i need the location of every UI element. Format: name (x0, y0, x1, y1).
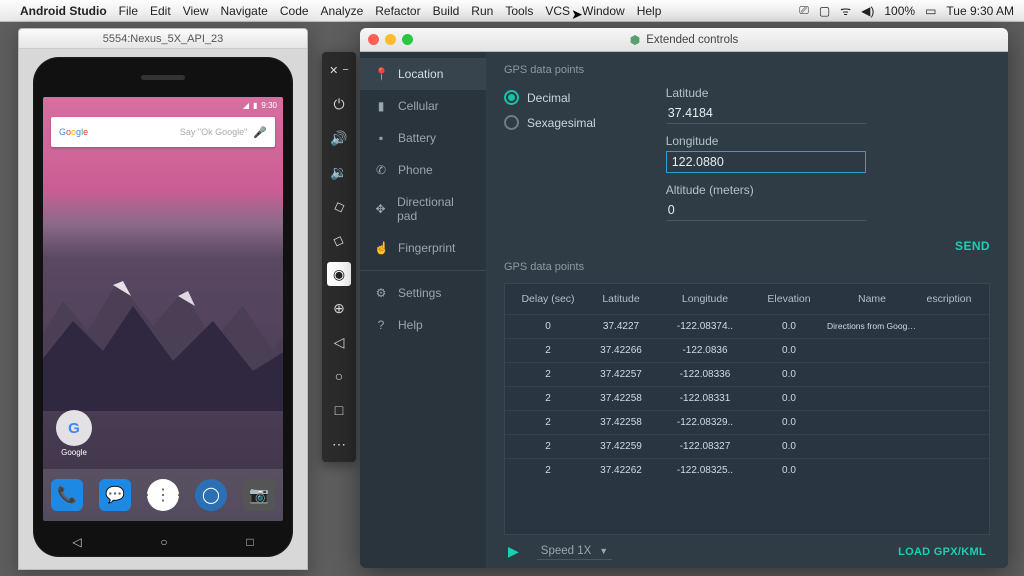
menu-tools[interactable]: Tools (505, 4, 533, 18)
menu-edit[interactable]: Edit (150, 4, 171, 18)
emulator-title: 5554:Nexus_5X_API_23 (19, 29, 307, 49)
menu-run[interactable]: Run (471, 4, 493, 18)
more-icon[interactable]: ⋯ (327, 432, 351, 456)
extended-controls-window: ⬢ Extended controls 📍Location▮Cellular▪Ba… (360, 28, 1008, 568)
extended-controls-nav: 📍Location▮Cellular▪Battery✆Phone✥Directi… (360, 52, 486, 568)
signal-icon: ◢ (243, 101, 249, 110)
latitude-field[interactable]: Latitude 37.4184 (666, 86, 866, 124)
menu-navigate[interactable]: Navigate (220, 4, 267, 18)
menu-analyze[interactable]: Analyze (321, 4, 364, 18)
close-minimize[interactable]: ✕− (327, 58, 351, 82)
table-row[interactable]: 237.42258-122.083310.0 (505, 386, 989, 410)
rotate-right-icon[interactable]: ◇ (324, 225, 355, 256)
phone-frame: ◢ ▮ 9:30 Google Say "Ok Google" 🎤 (33, 57, 293, 557)
play-button[interactable]: ▶ (508, 543, 519, 560)
overview-key[interactable]: □ (246, 535, 253, 549)
messages-app-icon[interactable]: 💬 (99, 479, 131, 511)
desktop: 5554:Nexus_5X_API_23 ◢ ▮ 9:30 Google Say… (0, 22, 1024, 576)
overview-icon[interactable]: □ (327, 398, 351, 422)
section-title-2: GPS data points (504, 261, 990, 273)
menu-code[interactable]: Code (280, 4, 309, 18)
wifi-icon[interactable]: ᯤ (840, 2, 851, 19)
search-placeholder: Say "Ok Google" (88, 127, 247, 137)
camera-app-icon[interactable]: 📷 (243, 479, 275, 511)
gps-table: Delay (sec)LatitudeLongitudeElevationNam… (504, 283, 990, 535)
clock[interactable]: Tue 9:30 AM (946, 4, 1014, 18)
table-body[interactable]: 037.4227-122.08374..0.0Directions from G… (505, 314, 989, 534)
nav-settings[interactable]: ⚙Settings (360, 277, 486, 309)
home-key[interactable]: ○ (160, 535, 167, 549)
table-row[interactable]: 237.42266-122.08360.0 (505, 338, 989, 362)
volume-down-icon[interactable]: 🔉 (327, 160, 351, 184)
window-title: Extended controls (646, 34, 738, 46)
extended-controls-titlebar[interactable]: ⬢ Extended controls (360, 28, 1008, 52)
nav-cellular[interactable]: ▮Cellular (360, 90, 486, 122)
nav-directional-pad[interactable]: ✥Directional pad (360, 186, 486, 232)
phone-app-icon[interactable]: 📞 (51, 479, 83, 511)
app-name[interactable]: Android Studio (20, 4, 107, 18)
menu-refactor[interactable]: Refactor (375, 4, 420, 18)
menu-window[interactable]: Window (582, 4, 625, 18)
wallpaper-mountains (43, 251, 283, 411)
nav-location[interactable]: 📍Location (360, 58, 486, 90)
screen-share-icon[interactable]: ⎚ (799, 3, 809, 18)
longitude-field[interactable]: Longitude 122.0880 (666, 134, 866, 173)
android-nav-keys: ◁ ○ □ (33, 535, 293, 549)
volume-up-icon[interactable]: 🔊 (327, 126, 351, 150)
nav-fingerprint[interactable]: ☝Fingerprint (360, 232, 486, 264)
nav-battery[interactable]: ▪Battery (360, 122, 486, 154)
menu-vcs[interactable]: VCS (545, 4, 570, 18)
power-icon[interactable]: ⏻ (327, 92, 351, 116)
battery-icon[interactable]: ▭ (925, 4, 936, 18)
send-button[interactable]: SEND (955, 239, 990, 253)
altitude-field[interactable]: Altitude (meters) 0 (666, 183, 866, 221)
traffic-lights[interactable] (368, 34, 413, 45)
chrome-app-icon[interactable]: ◯ (195, 479, 227, 511)
table-header: Delay (sec)LatitudeLongitudeElevationNam… (505, 284, 989, 314)
menu-help[interactable]: Help (637, 4, 662, 18)
menu-file[interactable]: File (119, 4, 138, 18)
emulator-toolbar: ✕− ⏻ 🔊 🔉 ◇ ◇ ◉ ⊕ ◁ ○ □ ⋯ (322, 52, 356, 462)
radio-decimal[interactable]: Decimal (504, 90, 596, 105)
menu-view[interactable]: View (183, 4, 209, 18)
volume-icon[interactable]: ◀) (861, 4, 874, 18)
android-icon: ⬢ (630, 33, 640, 47)
home-icon[interactable]: ○ (327, 364, 351, 388)
section-title-1: GPS data points (504, 64, 990, 76)
load-gpx-button[interactable]: LOAD GPX/KML (898, 546, 986, 558)
mic-icon[interactable]: 🎤 (253, 126, 267, 139)
speed-select[interactable]: Speed 1X▼ (537, 543, 612, 560)
app-drawer-icon[interactable]: ⋮⋮⋮ (147, 479, 179, 511)
back-key[interactable]: ◁ (72, 535, 81, 549)
emulator-window: 5554:Nexus_5X_API_23 ◢ ▮ 9:30 Google Say… (18, 28, 308, 570)
nav-help[interactable]: ?Help (360, 309, 486, 341)
nav-phone[interactable]: ✆Phone (360, 154, 486, 186)
table-row[interactable]: 237.42257-122.083360.0 (505, 362, 989, 386)
battery-icon: ▮ (253, 101, 257, 110)
status-time: 9:30 (261, 101, 277, 110)
screenshot-icon[interactable]: ◉ (327, 262, 351, 286)
android-dock: 📞 💬 ⋮⋮⋮ ◯ 📷 (43, 469, 283, 521)
zoom-icon[interactable]: ⊕ (327, 296, 351, 320)
battery-percent[interactable]: 100% (884, 4, 915, 18)
google-search-bar[interactable]: Google Say "Ok Google" 🎤 (51, 117, 275, 147)
table-row[interactable]: 037.4227-122.08374..0.0Directions from G… (505, 314, 989, 338)
menu-build[interactable]: Build (433, 4, 460, 18)
airplay-icon[interactable]: ▢ (819, 4, 830, 18)
google-logo: Google (59, 127, 88, 137)
mac-menubar: Android Studio File Edit View Navigate Code A… (0, 0, 1024, 22)
rotate-left-icon[interactable]: ◇ (324, 191, 355, 222)
back-icon[interactable]: ◁ (327, 330, 351, 354)
phone-screen[interactable]: ◢ ▮ 9:30 Google Say "Ok Google" 🎤 (43, 97, 283, 521)
radio-sexagesimal[interactable]: Sexagesimal (504, 115, 596, 130)
android-statusbar: ◢ ▮ 9:30 (43, 97, 283, 113)
extended-controls-main: GPS data points Decimal Sexagesimal Lati… (486, 52, 1008, 568)
google-folder[interactable]: G Google (53, 410, 95, 457)
table-row[interactable]: 237.42258-122.08329..0.0 (505, 410, 989, 434)
table-row[interactable]: 237.42259-122.083270.0 (505, 434, 989, 458)
table-row[interactable]: 237.42262-122.08325..0.0 (505, 458, 989, 482)
